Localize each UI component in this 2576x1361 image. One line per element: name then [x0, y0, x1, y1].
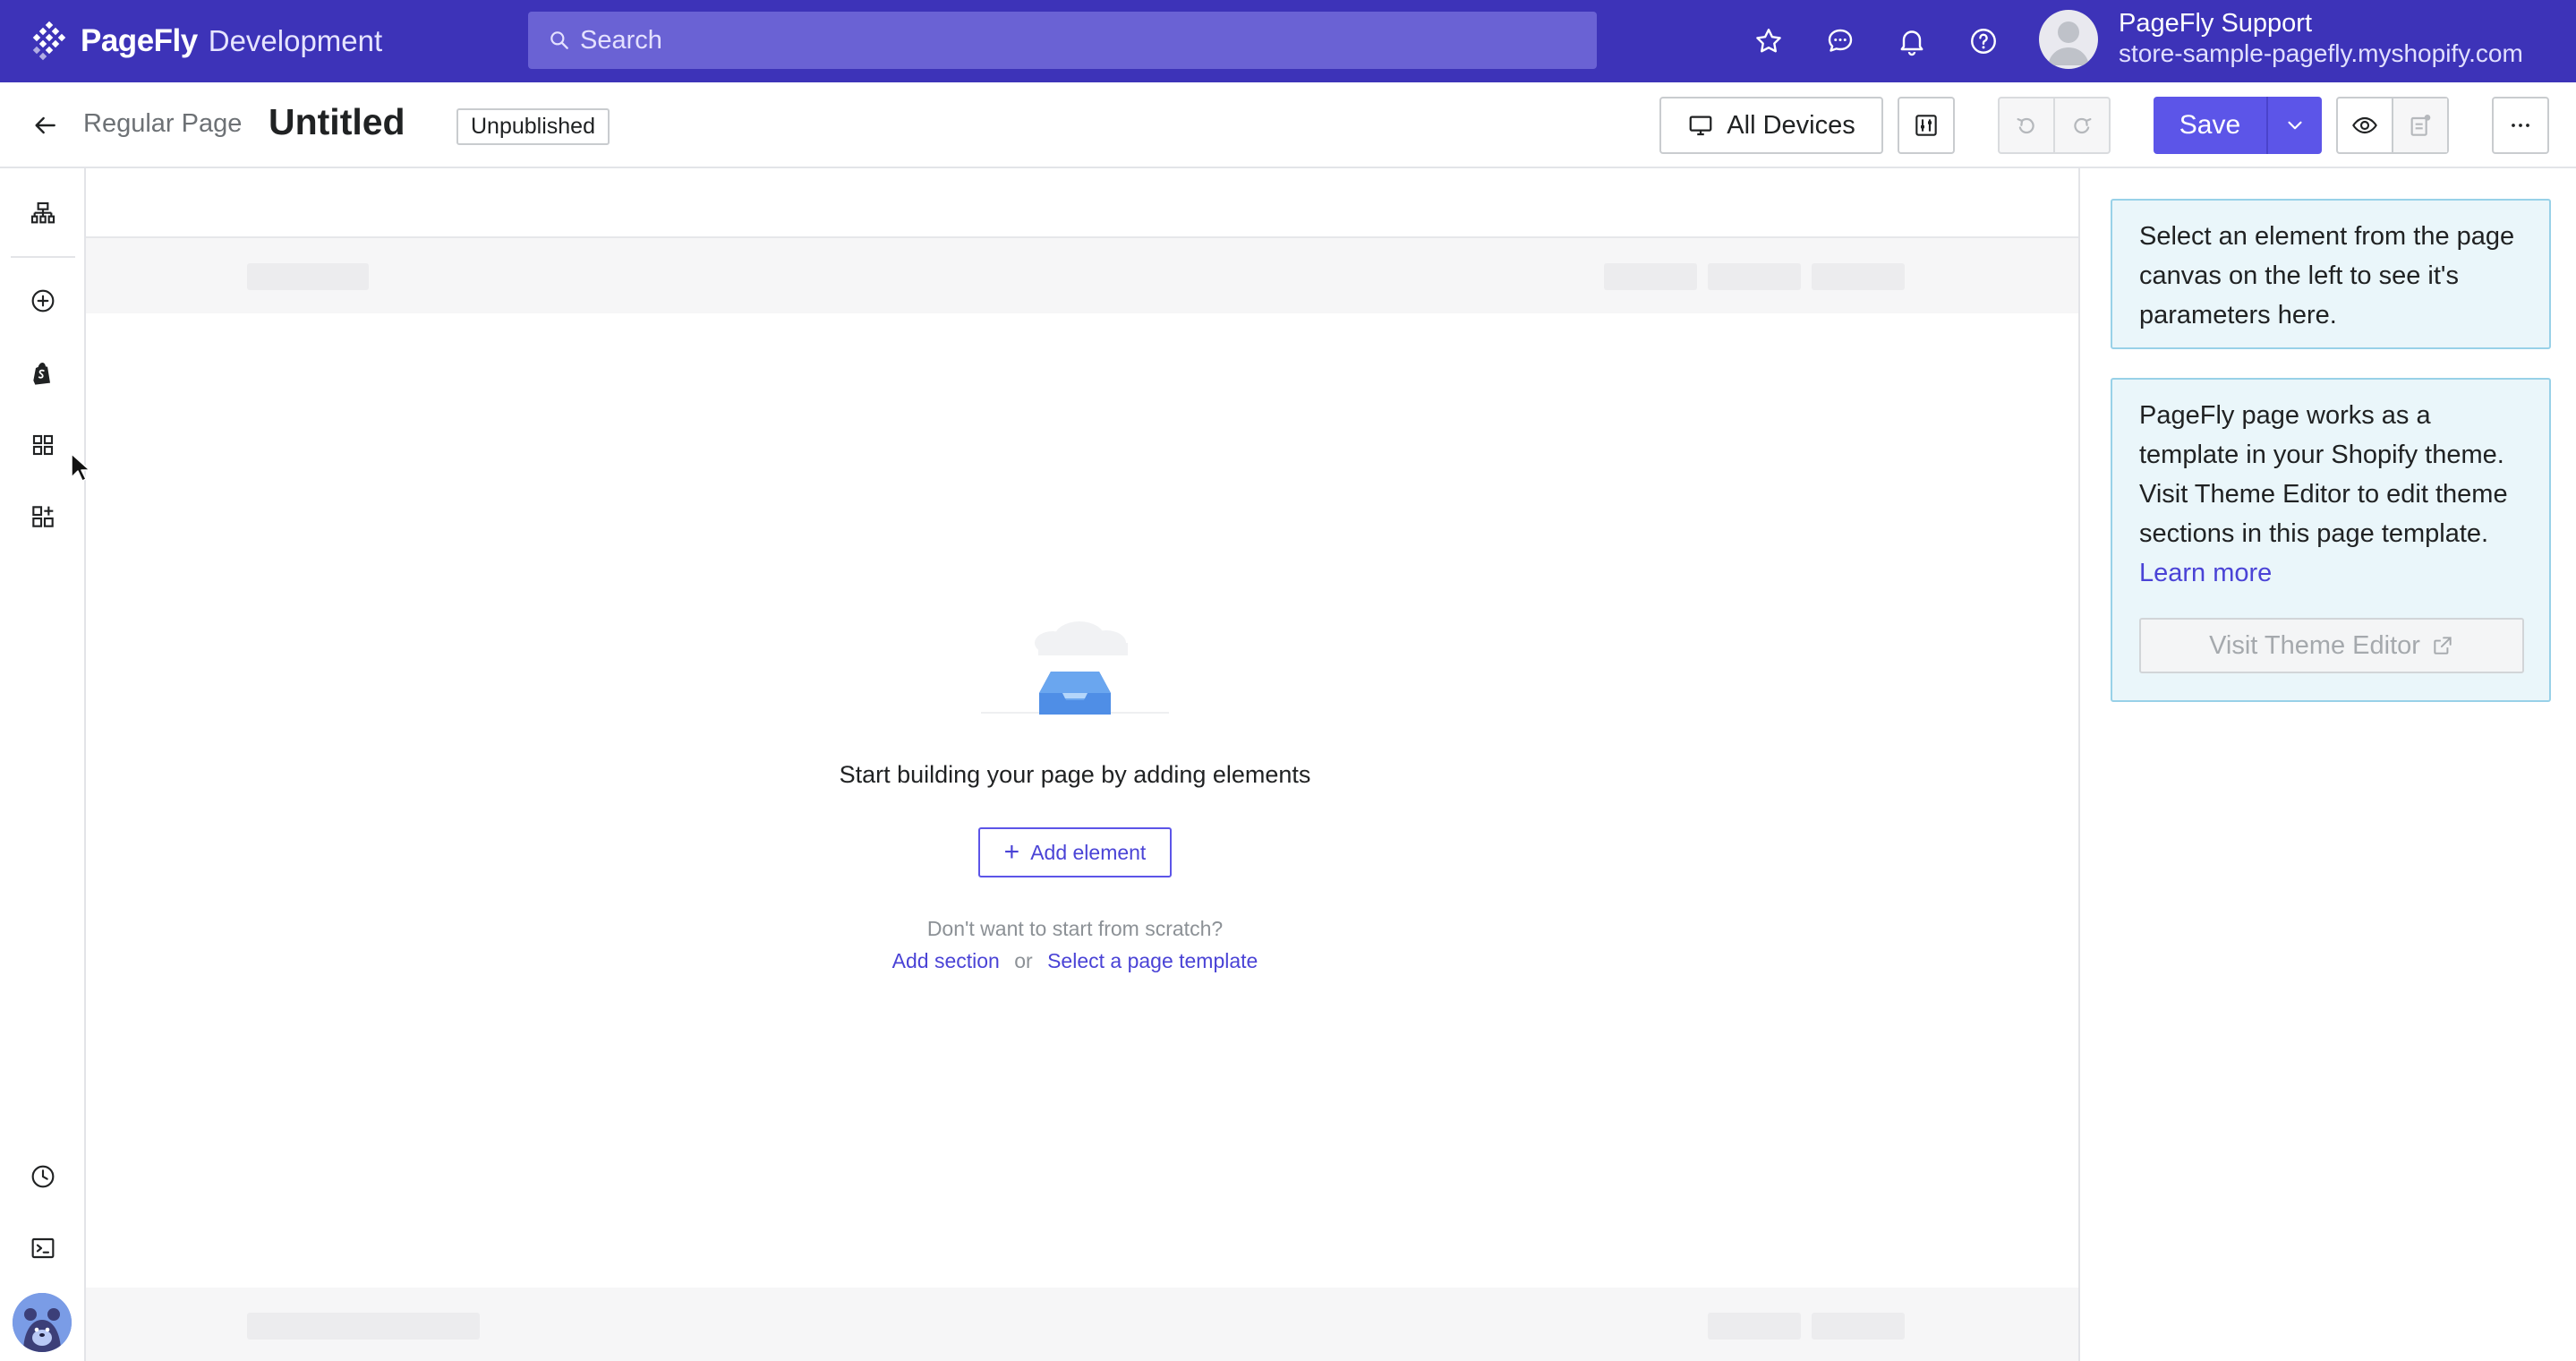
redo-icon: [2074, 117, 2092, 134]
visit-theme-editor-button[interactable]: Visit Theme Editor: [2139, 618, 2524, 673]
left-rail: [0, 168, 86, 1361]
add-circle-icon[interactable]: [23, 281, 63, 321]
ghost-header: [86, 238, 2078, 313]
empty-inbox-illustration: [981, 621, 1169, 715]
eye-icon: [2352, 116, 2377, 134]
user-store[interactable]: store-sample-pagefly.myshopify.com: [2119, 39, 2523, 68]
undo-redo-group: [1998, 97, 2111, 154]
page-settings-button[interactable]: [1898, 97, 1955, 154]
arrow-left-icon: [35, 116, 55, 134]
ghost-logo-placeholder: [247, 263, 369, 290]
ghost-footer-placeholder: [1812, 1313, 1905, 1340]
app-root: PageFly Development PageFly Support stor…: [0, 0, 2576, 1361]
add-element-button[interactable]: + Add element: [978, 827, 1172, 877]
canvas-top-strip: [86, 168, 2078, 238]
add-section-link[interactable]: Add section: [892, 949, 1000, 972]
undo-button[interactable]: [2000, 98, 2053, 152]
avatar[interactable]: [2039, 10, 2098, 69]
save-options-button[interactable]: [2266, 97, 2322, 154]
ghost-nav-placeholder: [1708, 263, 1801, 290]
add-widget-icon[interactable]: [23, 497, 63, 536]
ghost-footer: [86, 1288, 2078, 1361]
page-canvas[interactable]: Start building your page by adding eleme…: [86, 168, 2078, 1361]
select-element-info: Select an element from the page canvas o…: [2111, 199, 2551, 349]
visit-theme-editor-label: Visit Theme Editor: [2209, 631, 2420, 660]
help-icon[interactable]: [1964, 21, 2003, 61]
ghost-nav-placeholder: [1604, 263, 1697, 290]
pagefly-logo-icon: [32, 21, 66, 61]
scratch-hint: Don't want to start from scratch?: [926, 917, 1224, 940]
bear-mascot-icon: [13, 1293, 72, 1352]
empty-state-title: Start building your page by adding eleme…: [839, 761, 1311, 788]
chevron-down-icon: [2288, 121, 2302, 130]
page-outline-icon[interactable]: [23, 194, 63, 234]
mouse-cursor-icon: [71, 453, 90, 482]
user-name[interactable]: PageFly Support: [2119, 9, 2312, 39]
publish-status-button[interactable]: [2392, 98, 2447, 152]
grid-icon[interactable]: [23, 425, 63, 465]
search-input[interactable]: [580, 25, 1565, 56]
page-title[interactable]: Untitled: [269, 101, 405, 143]
select-template-link[interactable]: Select a page template: [1047, 949, 1258, 972]
history-icon[interactable]: [23, 1157, 63, 1196]
theme-template-text: PageFly page works as a template in your…: [2139, 401, 2508, 548]
external-link-icon: [2434, 637, 2452, 655]
save-button[interactable]: Save: [2154, 97, 2266, 154]
shopify-bag-icon[interactable]: [23, 354, 63, 393]
brand[interactable]: PageFly Development: [29, 20, 382, 63]
terminal-icon[interactable]: [23, 1228, 63, 1268]
add-element-label: Add element: [1030, 840, 1147, 864]
learn-more-link[interactable]: Learn more: [2139, 559, 2272, 587]
alternative-links: Add section or Select a page template: [86, 949, 2064, 973]
document-badge-icon: [2410, 115, 2431, 136]
page-type-label: Regular Page: [83, 109, 243, 138]
inspector-panel: Select an element from the page canvas o…: [2078, 168, 2576, 1361]
star-icon[interactable]: [1749, 21, 1788, 61]
more-options-button[interactable]: [2492, 97, 2549, 154]
plus-icon: +: [1003, 837, 1020, 867]
search-bar[interactable]: [528, 12, 1597, 69]
desktop-icon: [1689, 116, 1712, 136]
search-icon: [550, 31, 568, 49]
brand-name: PageFly: [81, 23, 198, 58]
preview-button[interactable]: [2338, 98, 2392, 152]
status-badge: Unpublished: [456, 108, 610, 145]
save-button-group: Save: [2154, 97, 2322, 154]
theme-template-info: PageFly page works as a template in your…: [2111, 378, 2551, 702]
chat-icon[interactable]: [1821, 21, 1860, 61]
ghost-footer-placeholder: [1708, 1313, 1801, 1340]
or-separator: or: [1014, 949, 1033, 972]
redo-button[interactable]: [2053, 98, 2109, 152]
editor-toolbar: Regular Page Untitled Unpublished All De…: [0, 82, 2576, 168]
rail-divider: [11, 256, 75, 258]
back-button[interactable]: [25, 106, 64, 145]
all-devices-button[interactable]: All Devices: [1659, 97, 1883, 154]
more-horizontal-icon: [2512, 124, 2529, 127]
top-bar: PageFly Development PageFly Support stor…: [0, 0, 2576, 82]
preview-group: [2336, 97, 2449, 154]
undo-icon: [2017, 117, 2034, 134]
ghost-nav-placeholder: [1812, 263, 1905, 290]
select-element-text: Select an element from the page canvas o…: [2139, 222, 2515, 330]
ghost-footer-placeholder: [247, 1313, 480, 1340]
all-devices-label: All Devices: [1727, 110, 1855, 140]
sliders-icon: [1915, 115, 1937, 136]
support-mascot-avatar[interactable]: [13, 1293, 72, 1352]
user-avatar-icon: [2048, 21, 2089, 65]
brand-environment: Development: [208, 24, 383, 57]
bell-icon[interactable]: [1892, 21, 1932, 61]
